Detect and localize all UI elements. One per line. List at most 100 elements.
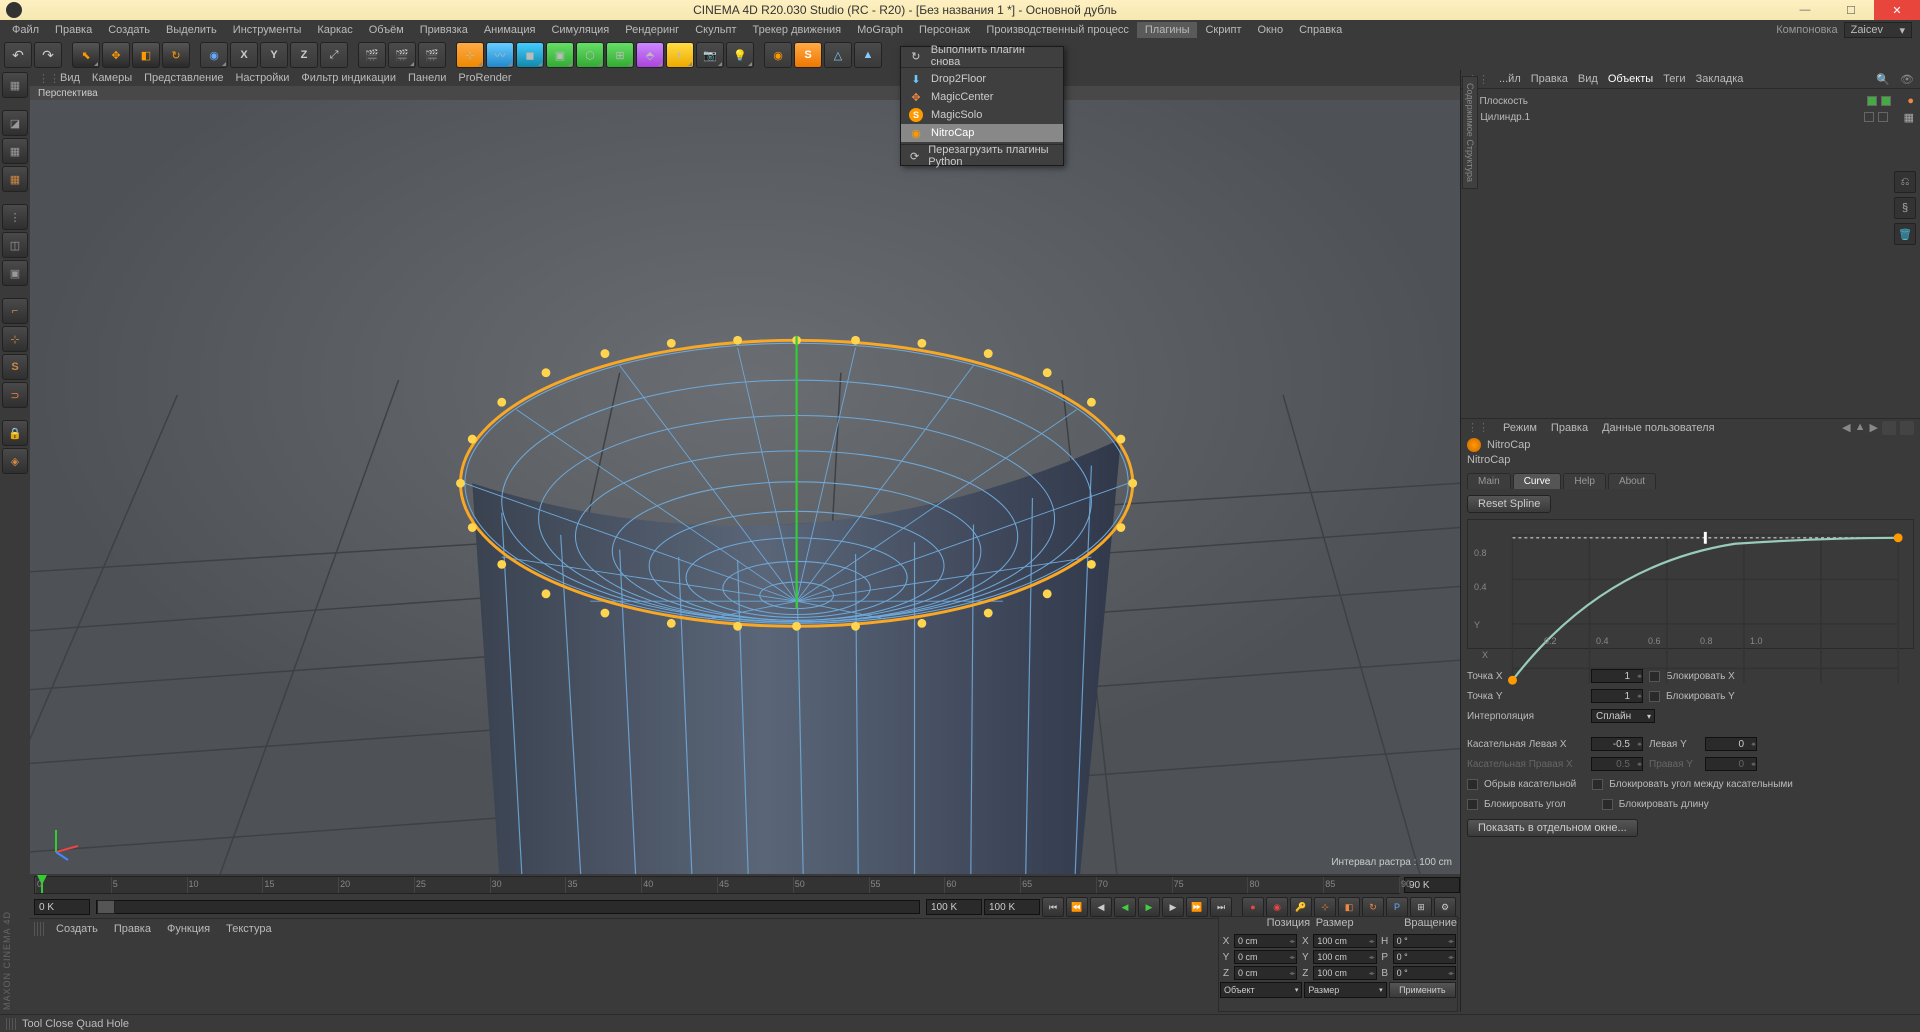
subdiv-object[interactable]: ⬡ [576, 42, 604, 68]
menu-snap[interactable]: Привязка [412, 22, 476, 38]
environment[interactable]: ◐ [666, 42, 694, 68]
pm-nitrocap[interactable]: ◉NitroCap [901, 124, 1063, 142]
am-new-icon[interactable] [1900, 421, 1914, 435]
range-total2[interactable]: 100 K [984, 899, 1040, 915]
prev-frame[interactable]: ◀ [1090, 897, 1112, 917]
keysel[interactable]: 🔑 [1290, 897, 1312, 917]
magicsolo-plugin[interactable]: S [794, 42, 822, 68]
range-start[interactable]: 0 K [34, 899, 90, 915]
key-options[interactable]: ⚙ [1434, 897, 1456, 917]
lock-angle-check[interactable] [1467, 799, 1478, 810]
am-mode[interactable]: Режим [1503, 422, 1537, 434]
tab-about[interactable]: About [1608, 473, 1656, 489]
record-key[interactable]: ● [1242, 897, 1264, 917]
menu-mograph[interactable]: MoGraph [849, 22, 911, 38]
am-nav-back[interactable]: ◀ [1842, 421, 1850, 435]
om-tool-spline[interactable]: § [1894, 197, 1916, 219]
null-object[interactable]: ⊹ [456, 42, 484, 68]
menu-select[interactable]: Выделить [158, 22, 225, 38]
workplane-mode[interactable]: ▦ [2, 166, 28, 192]
mat-function[interactable]: Функция [159, 921, 218, 937]
menu-tracker[interactable]: Трекер движения [745, 22, 850, 38]
om-file[interactable]: ...йл [1499, 73, 1521, 85]
mat-edit[interactable]: Правка [106, 921, 159, 937]
z-axis-lock[interactable]: Z [290, 42, 318, 68]
menu-script[interactable]: Скрипт [1197, 22, 1249, 38]
camera-object[interactable]: 📷 [696, 42, 724, 68]
axis-mode[interactable]: ⊹ [2, 326, 28, 352]
pm-magiccenter[interactable]: ✥MagicCenter [901, 88, 1063, 106]
menu-edit[interactable]: Правка [47, 22, 100, 38]
om-edit[interactable]: Правка [1531, 73, 1568, 85]
tab-help[interactable]: Help [1563, 473, 1606, 489]
plugin-3[interactable]: △ [824, 42, 852, 68]
am-lock-icon[interactable] [1882, 421, 1896, 435]
play-back[interactable]: ◀ [1114, 897, 1136, 917]
vis-render-toggle[interactable] [1878, 112, 1888, 122]
polys-mode[interactable]: ▣ [2, 260, 28, 286]
pm-magicsolo[interactable]: SMagicSolo [901, 106, 1063, 124]
coord-system[interactable]: ⤢ [320, 42, 348, 68]
maximize-button[interactable]: ☐ [1828, 0, 1874, 20]
timeline-end-field[interactable]: 90 K [1404, 877, 1460, 893]
vp-options[interactable]: Настройки [235, 72, 289, 84]
om-tags[interactable]: Теги [1663, 73, 1685, 85]
y-axis-lock[interactable]: Y [260, 42, 288, 68]
edges-mode[interactable]: ◫ [2, 232, 28, 258]
lock-angle-tan-check[interactable] [1592, 779, 1603, 790]
coord-apply-button[interactable]: Применить [1389, 982, 1456, 998]
coord-size-dd[interactable]: Размер [1304, 982, 1386, 998]
coord-space-dd[interactable]: Объект [1220, 982, 1302, 998]
spline-object[interactable]: 〰 [486, 42, 514, 68]
menu-mesh[interactable]: Каркас [309, 22, 360, 38]
menu-tools[interactable]: Инструменты [225, 22, 310, 38]
am-nav-up[interactable]: ▲ [1855, 421, 1866, 435]
om-search-icon[interactable]: 🔍 [1876, 73, 1890, 86]
deformer-object[interactable]: ⬘ [636, 42, 664, 68]
pm-rerun[interactable]: ↻Выполнить плагин снова [901, 47, 1063, 65]
vp-display[interactable]: Представление [144, 72, 223, 84]
tab-main[interactable]: Main [1467, 473, 1511, 489]
lock-len-check[interactable] [1602, 799, 1613, 810]
array-object[interactable]: ⊞ [606, 42, 634, 68]
rotate-tool[interactable]: ↻ [162, 42, 190, 68]
scale-key[interactable]: ◧ [1338, 897, 1360, 917]
kly-field[interactable]: 0 [1705, 737, 1757, 751]
minimize-button[interactable]: — [1782, 0, 1828, 20]
cube-object[interactable]: ◼ [516, 42, 544, 68]
menu-plugins[interactable]: Плагины [1137, 22, 1198, 38]
scale-tool[interactable]: ◧ [132, 42, 160, 68]
om-objects[interactable]: Объекты [1608, 73, 1653, 85]
render-region[interactable]: 🎬 [388, 42, 416, 68]
goto-start[interactable]: ⏮ [1042, 897, 1064, 917]
show-window-button[interactable]: Показать в отдельном окне... [1467, 819, 1638, 837]
viewport-canvas[interactable]: Интервал растра : 100 cm [30, 100, 1460, 874]
menu-simulate[interactable]: Симуляция [543, 22, 617, 38]
move-tool[interactable]: ✥ [102, 42, 130, 68]
timeline-ruler[interactable]: 051015202530354045505560657075808590 90 … [30, 874, 1460, 896]
grip-icon[interactable] [34, 922, 44, 936]
om-tool-1[interactable]: ⎌ [1894, 171, 1916, 193]
tab-curve[interactable]: Curve [1513, 473, 1562, 489]
menu-file[interactable]: Файл [4, 22, 47, 38]
undo-button[interactable]: ↶ [4, 42, 32, 68]
vis-editor-toggle[interactable] [1867, 96, 1877, 106]
menu-window[interactable]: Окно [1250, 22, 1292, 38]
make-editable[interactable]: ▦ [2, 72, 28, 98]
menu-create[interactable]: Создать [100, 22, 158, 38]
vp-filter[interactable]: Фильтр индикации [301, 72, 396, 84]
curve-editor[interactable]: 0.8 0.4 Y 0.2 0.4 0.6 0.8 1.0 X [1467, 519, 1914, 649]
render-view[interactable]: 🎬 [358, 42, 386, 68]
rot-key[interactable]: ↻ [1362, 897, 1384, 917]
menu-help[interactable]: Справка [1291, 22, 1350, 38]
vis-editor-toggle[interactable] [1864, 112, 1874, 122]
param-key[interactable]: P [1386, 897, 1408, 917]
generator-object[interactable]: ▣ [546, 42, 574, 68]
pm-drop2floor[interactable]: ⬇Drop2Floor [901, 70, 1063, 88]
tag-phong-icon[interactable]: ● [1907, 95, 1914, 107]
vp-panel[interactable]: Панели [408, 72, 446, 84]
om-tool-trash[interactable]: 🗑 [1894, 223, 1916, 245]
close-button[interactable]: ✕ [1874, 0, 1920, 20]
viewport-solo[interactable]: ◈ [2, 448, 28, 474]
menu-sculpt[interactable]: Скульпт [687, 22, 744, 38]
